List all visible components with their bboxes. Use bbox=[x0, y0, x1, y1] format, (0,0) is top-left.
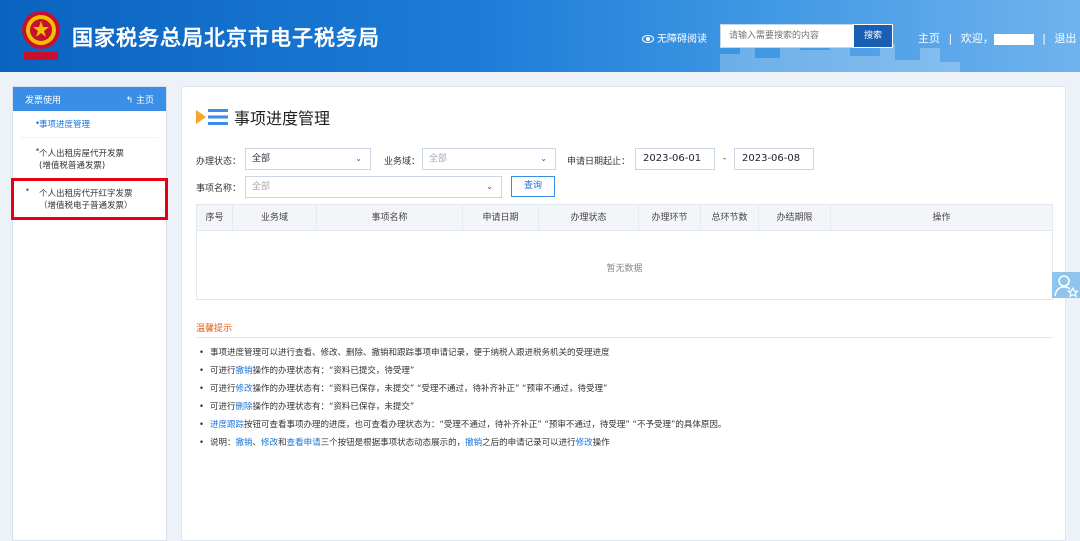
query-button[interactable]: 查询 bbox=[511, 176, 555, 197]
tip-item: 事项进度管理可以进行查看、修改、删除、撤销和跟踪事项申请记录，便于纳税人跟进税务… bbox=[198, 344, 1058, 362]
tips-title: 温馨提示 bbox=[196, 324, 233, 334]
tip-keyword: 修改 bbox=[261, 438, 279, 448]
tip-keyword: 查看申请 bbox=[286, 438, 321, 448]
sidebar-item-rental-invoice[interactable]: 个人出租房屋代开发票 (增值税普通发票) bbox=[21, 138, 158, 178]
status-select[interactable]: 全部 ⌄ bbox=[245, 148, 371, 170]
page-title: 事项进度管理 bbox=[234, 109, 331, 128]
col-header: 申请日期 bbox=[463, 205, 539, 230]
col-header: 总环节数 bbox=[701, 205, 759, 230]
date-separator: - bbox=[723, 154, 727, 164]
accessibility-link[interactable]: 无障碍阅读 bbox=[642, 30, 707, 45]
col-header: 办结期限 bbox=[759, 205, 831, 230]
tip-text: 可进行 bbox=[210, 402, 236, 412]
site-header: 国家税务总局北京市电子税务局 无障碍阅读 搜索 主页 | 欢迎， | 退出 bbox=[0, 0, 1080, 72]
date-to-input[interactable]: 2023-06-08 bbox=[734, 148, 814, 170]
empty-state: 暂无数据 bbox=[606, 264, 643, 274]
nav-separator: | bbox=[948, 32, 953, 45]
search-input[interactable] bbox=[720, 24, 854, 48]
sidebar-item-progress[interactable]: 事项进度管理 bbox=[21, 111, 158, 138]
item-name-value: 全部 bbox=[252, 182, 271, 192]
chevron-down-icon: ⌄ bbox=[355, 154, 362, 163]
col-header: 事项名称 bbox=[317, 205, 463, 230]
tip-text: 操作的办理状态有：“资料已保存，未提交” bbox=[252, 402, 415, 412]
sidebar-header: 发票使用 ↰ 主页 bbox=[13, 87, 166, 111]
tip-item: 可进行撤销操作的办理状态有：“资料已提交，待受理” bbox=[198, 362, 1058, 380]
sidebar-item-label: 事项进度管理 bbox=[39, 120, 91, 130]
page-title-block: 事项进度管理 bbox=[196, 105, 330, 129]
nav-separator: | bbox=[1042, 32, 1046, 45]
domain-label: 业务域： bbox=[384, 157, 421, 167]
nav-logout-link[interactable]: 退出 bbox=[1054, 32, 1076, 45]
user-star-icon bbox=[1054, 275, 1079, 298]
chevron-down-icon: ⌄ bbox=[486, 182, 493, 191]
tip-item: 进度跟踪按钮可查看事项办理的进度，也可查看办理状态为：“受理不通过，待补齐补正”… bbox=[198, 416, 1058, 434]
tip-item: 说明：撤销、修改和查看申请三个按钮是根据事项状态动态展示的，撤销之后的申请记录可… bbox=[198, 434, 1058, 452]
sidebar-item-sublabel: （增值税电子普通发票） bbox=[39, 201, 133, 211]
tip-keyword: 撤销 bbox=[235, 366, 253, 376]
username-redacted bbox=[993, 33, 1034, 45]
tip-text: 可进行 bbox=[210, 366, 236, 376]
tip-text: 之后的申请记录可以进行 bbox=[482, 438, 576, 448]
tip-text: 操作的办理状态有：“资料已提交，待受理” bbox=[252, 366, 415, 376]
sidebar-item-label: 个人出租房屋代开发票 bbox=[39, 149, 125, 159]
tip-keyword: 撤销 bbox=[235, 438, 253, 448]
tip-text: 可进行 bbox=[210, 384, 236, 394]
sidebar-heading: 发票使用 bbox=[25, 95, 62, 106]
sidebar-item-red-invoice[interactable]: 个人出租房代开红字发票 （增值税电子普通发票） bbox=[11, 178, 168, 220]
item-name-label: 事项名称： bbox=[196, 184, 242, 194]
tax-emblem-logo bbox=[22, 11, 60, 60]
tip-text: 说明： bbox=[210, 438, 236, 448]
domain-value: 全部 bbox=[429, 154, 448, 164]
tip-item: 可进行修改操作的办理状态有：“资料已保存，未提交” “受理不通过，待补齐补正” … bbox=[198, 380, 1058, 398]
table-header: 序号 业务域 事项名称 申请日期 办理状态 办理环节 总环节数 办结期限 操作 bbox=[197, 205, 1052, 231]
sidebar-home-label: 主页 bbox=[135, 95, 154, 106]
nav-welcome: 欢迎， bbox=[960, 32, 994, 45]
col-header: 序号 bbox=[197, 205, 233, 230]
col-header: 操作 bbox=[932, 213, 951, 223]
tip-text: 、 bbox=[252, 438, 262, 448]
chevron-down-icon: ⌄ bbox=[540, 154, 547, 163]
status-value: 全部 bbox=[252, 154, 271, 164]
item-name-select[interactable]: 全部 ⌄ bbox=[245, 176, 502, 198]
sidebar: 发票使用 ↰ 主页 事项进度管理 个人出租房屋代开发票 (增值税普通发票) 个人… bbox=[11, 86, 168, 541]
progress-table: 序号 业务域 事项名称 申请日期 办理状态 办理环节 总环节数 办结期限 操作 … bbox=[196, 204, 1053, 300]
tip-keyword: 撤销 bbox=[465, 438, 483, 448]
tip-item: 可进行删除操作的办理状态有：“资料已保存，未提交” bbox=[198, 398, 1058, 416]
tip-keyword: 修改 bbox=[235, 384, 253, 394]
user-service-float-button[interactable] bbox=[1052, 272, 1080, 298]
tip-text: 操作的办理状态有：“资料已保存，未提交” “受理不通过，待补齐补正” “预审不通… bbox=[252, 384, 608, 394]
tips-list: 事项进度管理可以进行查看、修改、删除、撤销和跟踪事项申请记录，便于纳税人跟进税务… bbox=[198, 344, 1058, 452]
tip-text: 三个按钮是根据事项状态动态展示的， bbox=[320, 438, 466, 448]
site-title: 国家税务总局北京市电子税务局 bbox=[72, 26, 380, 50]
divider bbox=[196, 337, 1053, 338]
search-button[interactable]: 搜索 bbox=[853, 24, 893, 48]
list-icon bbox=[196, 109, 228, 125]
tip-keyword: 进度跟踪 bbox=[210, 420, 245, 430]
tip-text: 事项进度管理可以进行查看、修改、删除、撤销和跟踪事项申请记录，便于纳税人跟进税务… bbox=[210, 348, 610, 358]
sidebar-item-sublabel: (增值税普通发票) bbox=[39, 161, 106, 171]
back-arrow-icon: ↰ bbox=[125, 95, 136, 106]
col-header: 办理环节 bbox=[639, 205, 701, 230]
tip-keyword: 修改 bbox=[575, 438, 593, 448]
tip-text: 和 bbox=[278, 438, 287, 448]
tip-text: 操作 bbox=[592, 438, 610, 448]
accessibility-label: 无障碍阅读 bbox=[657, 34, 707, 45]
sidebar-item-label: 个人出租房代开红字发票 bbox=[39, 189, 133, 199]
col-header: 业务域 bbox=[233, 205, 317, 230]
main-panel: 事项进度管理 办理状态： 全部 ⌄ 业务域： 全部 ⌄ 申请日期起止： 2023… bbox=[181, 86, 1066, 541]
sidebar-home-link[interactable]: ↰ 主页 bbox=[126, 93, 154, 106]
date-from-input[interactable]: 2023-06-01 bbox=[635, 148, 715, 170]
nav-home-link[interactable]: 主页 bbox=[918, 32, 940, 45]
tip-text: 按钮可查看事项办理的进度，也可查看办理状态为：“受理不通过，待补齐补正” “预审… bbox=[244, 420, 727, 430]
domain-select[interactable]: 全部 ⌄ bbox=[422, 148, 556, 170]
tip-keyword: 删除 bbox=[235, 402, 253, 412]
col-header: 办理状态 bbox=[539, 205, 639, 230]
top-nav: 主页 | 欢迎， | 退出 bbox=[918, 30, 1076, 46]
date-range-label: 申请日期起止： bbox=[567, 157, 631, 167]
eye-icon bbox=[642, 35, 654, 43]
status-label: 办理状态： bbox=[196, 157, 242, 167]
